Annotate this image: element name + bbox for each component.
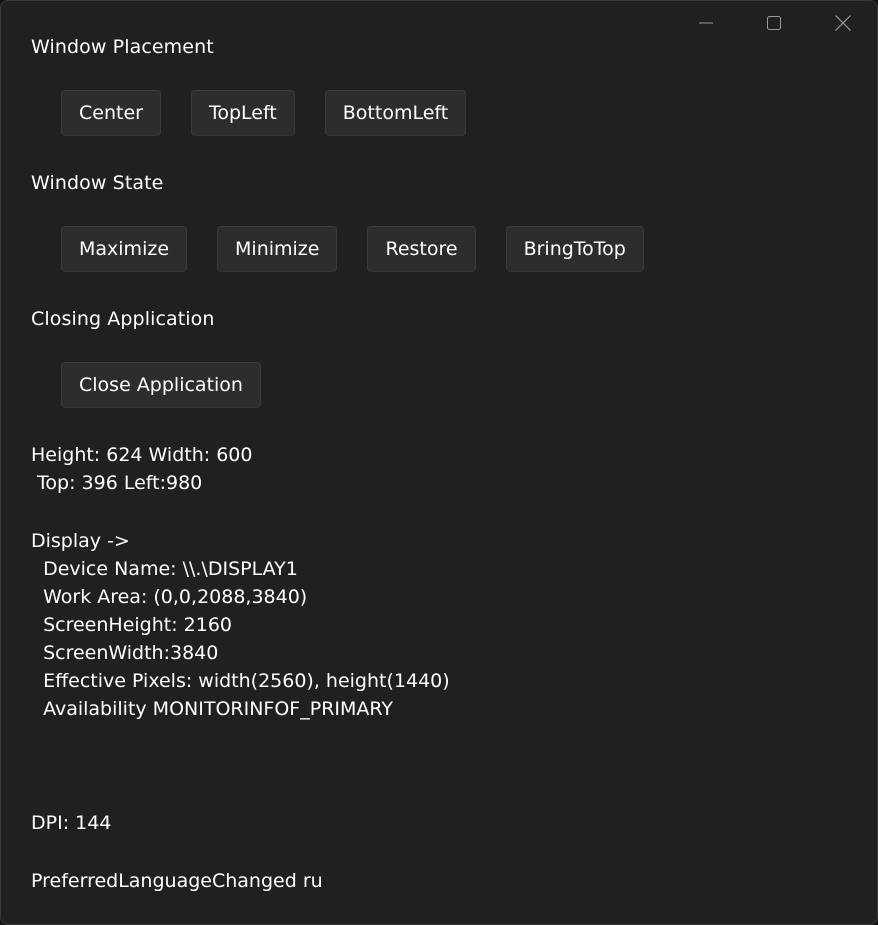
display-header: Display ->: [31, 530, 130, 552]
maximize-button[interactable]: [741, 1, 807, 45]
center-button[interactable]: Center: [61, 90, 161, 136]
restore-window-button[interactable]: Restore: [367, 226, 476, 272]
close-button[interactable]: [810, 1, 876, 45]
minimize-window-button[interactable]: Minimize: [217, 226, 338, 272]
closing-button-row: Close Application: [61, 362, 291, 408]
minimize-icon: [699, 22, 713, 24]
maximize-window-button[interactable]: Maximize: [61, 226, 188, 272]
close-application-button[interactable]: Close Application: [61, 362, 261, 408]
placement-button-row: Center TopLeft BottomLeft: [61, 90, 496, 136]
topleft-button[interactable]: TopLeft: [190, 90, 295, 136]
display-screen-width: ScreenWidth:3840: [31, 642, 219, 664]
state-button-row: Maximize Minimize Restore BringToTop: [61, 226, 674, 272]
window-state-heading: Window State: [31, 172, 164, 194]
closing-application-heading: Closing Application: [31, 308, 215, 330]
size-info-line2: Top: 396 Left:980: [31, 472, 203, 494]
dpi-text: DPI: 144: [31, 812, 112, 834]
minimize-button[interactable]: [673, 1, 739, 45]
size-info-line1: Height: 624 Width: 600: [31, 444, 253, 466]
display-screen-height: ScreenHeight: 2160: [31, 614, 233, 636]
bottomleft-button[interactable]: BottomLeft: [324, 90, 467, 136]
maximize-icon: [767, 16, 781, 30]
app-window: Window Placement Center TopLeft BottomLe…: [0, 0, 878, 925]
display-device-name: Device Name: \\.\DISPLAY1: [31, 558, 298, 580]
display-effective-pixels: Effective Pixels: width(2560), height(14…: [31, 670, 450, 692]
bring-to-top-button[interactable]: BringToTop: [505, 226, 644, 272]
display-availability: Availability MONITORINFOF_PRIMARY: [31, 698, 393, 720]
close-icon: [835, 15, 851, 31]
window-placement-heading: Window Placement: [31, 36, 214, 58]
preferred-language-text: PreferredLanguageChanged ru: [31, 870, 323, 892]
display-work-area: Work Area: (0,0,2088,3840): [31, 586, 308, 608]
